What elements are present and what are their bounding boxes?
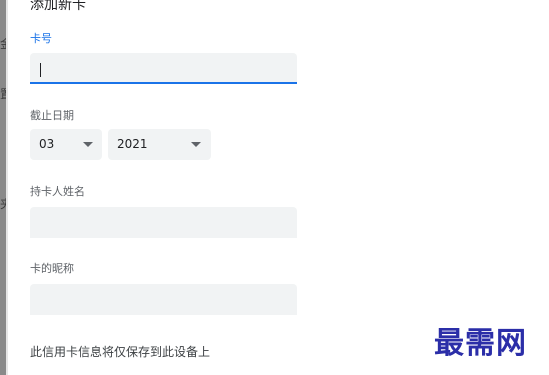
cardholder-name-label: 持卡人姓名 bbox=[30, 185, 85, 198]
nickname-label: 卡的昵称 bbox=[30, 262, 74, 275]
card-number-input[interactable] bbox=[30, 53, 297, 84]
expiry-year-select[interactable]: 2021 bbox=[108, 129, 211, 160]
expiry-month-value: 03 bbox=[39, 137, 55, 151]
dialog-title: 添加新卡 bbox=[30, 0, 86, 13]
backdrop-page bbox=[0, 0, 6, 375]
site-watermark: 最需网 bbox=[434, 326, 527, 361]
nickname-input[interactable] bbox=[30, 284, 297, 315]
background-text-fragment: 置 bbox=[0, 88, 6, 100]
cardholder-name-input[interactable] bbox=[30, 207, 297, 238]
card-number-label: 卡号 bbox=[30, 32, 52, 45]
expiry-label: 截止日期 bbox=[30, 109, 74, 122]
chevron-down-icon bbox=[83, 142, 93, 147]
backdrop-right-edge bbox=[526, 0, 549, 375]
expiry-month-select[interactable]: 03 bbox=[30, 129, 102, 160]
expiry-year-value: 2021 bbox=[117, 137, 148, 151]
device-storage-notice: 此信用卡信息将仅保存到此设备上 bbox=[30, 345, 211, 359]
background-text-fragment: 夹 bbox=[0, 198, 6, 210]
chevron-down-icon bbox=[191, 142, 201, 147]
text-caret bbox=[40, 63, 41, 77]
background-text-fragment: 金 bbox=[0, 38, 6, 50]
add-card-dialog: 添加新卡 卡号 截止日期 03 2021 持卡人姓名 卡的昵称 此信用卡信息将仅… bbox=[8, 0, 526, 375]
